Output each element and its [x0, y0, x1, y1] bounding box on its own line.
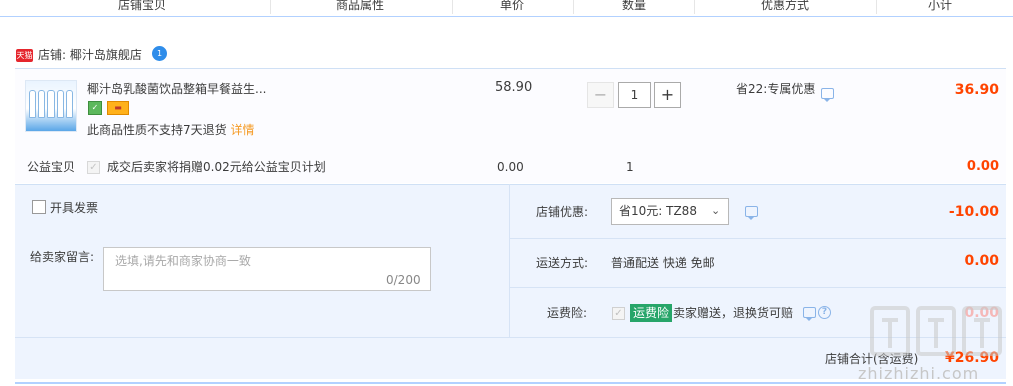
invoice-label[interactable]: 开具发票 [50, 199, 98, 217]
shop-coupon-label: 店铺优惠: [536, 205, 589, 219]
options-divider [15, 337, 1006, 338]
charity-subtotal: 0.00 [966, 159, 999, 174]
options-divider [509, 184, 510, 337]
return-policy-details-link[interactable]: 详情 [230, 123, 254, 137]
quantity-increase-button[interactable]: + [654, 82, 681, 108]
insurance-badge: 运费险 [630, 304, 673, 322]
header-divider [452, 0, 453, 14]
return-policy-notice: 此商品性质不支持7天退货 详情 [87, 121, 254, 139]
header-shop-items: 店铺宝贝 [117, 0, 166, 12]
column-header: 店铺宝贝 商品属性 单价 数量 优惠方式 小计 [0, 0, 1013, 17]
chevron-down-icon: ⌄ [711, 204, 721, 217]
wangwang-chat-icon[interactable]: 1 [152, 46, 167, 61]
shipping-method: 普通配送 快递 免邮 [611, 256, 715, 270]
charity-quantity: 1 [626, 160, 634, 174]
insurance-checkbox: ✓ [612, 307, 625, 320]
charity-checkbox: ✓ [87, 161, 100, 174]
service-badge-icon: ✓ [88, 101, 102, 115]
header-divider [876, 0, 877, 14]
promo-info-icon[interactable] [821, 88, 834, 102]
header-discount: 优惠方式 [760, 0, 809, 12]
header-divider [694, 0, 695, 14]
item-subtotal: 36.90 [954, 82, 999, 98]
insurance-label: 运费险: [547, 306, 588, 320]
message-char-count: 0/200 [386, 273, 421, 287]
header-subtotal: 小计 [927, 0, 952, 12]
shop-name-link[interactable]: 店铺: 椰汁岛旗舰店 [38, 46, 142, 64]
product-image-bottles [29, 90, 74, 118]
return-policy-text: 此商品性质不支持7天退货 [87, 123, 227, 137]
header-attributes: 商品属性 [335, 0, 384, 12]
shop-coupon-value: 省10元: TZ88 [619, 204, 697, 218]
invoice-checkbox[interactable] [32, 200, 46, 214]
unit-price: 58.90 [495, 80, 533, 95]
header-divider [270, 0, 271, 14]
watermark-logo-icon [870, 306, 1002, 356]
watermark-text: zhizhizhi.com [858, 364, 980, 383]
options-divider [509, 238, 1006, 239]
shop-coupon-amount: -10.00 [948, 204, 999, 220]
help-icon[interactable]: ? [818, 306, 831, 319]
shipping-amount: 0.00 [964, 253, 999, 269]
message-label: 给卖家留言: [30, 250, 95, 264]
header-unit-price: 单价 [499, 0, 524, 12]
credit-card-badge-icon: ▬ [107, 101, 129, 115]
coupon-info-icon[interactable] [745, 206, 758, 220]
charity-label: 公益宝贝 [27, 160, 76, 174]
product-title-link[interactable]: 椰汁岛乳酸菌饮品整箱早餐益生... [87, 80, 266, 98]
seller-message-placeholder: 选填,请先和商家协商一致 [115, 254, 251, 268]
options-divider [509, 287, 1006, 288]
tmall-logo-icon: 天猫 [16, 49, 33, 62]
insurance-text: 卖家赠送，退换货可赔 [673, 306, 794, 320]
header-divider [573, 0, 574, 14]
quantity-decrease-button[interactable]: − [587, 82, 614, 108]
promo-text: 省22:专属优惠 [736, 82, 816, 96]
quantity-input[interactable]: 1 [618, 82, 651, 108]
shipping-label: 运送方式: [536, 256, 589, 270]
charity-text: 成交后卖家将捐赠0.02元给公益宝贝计划 [107, 160, 326, 174]
insurance-chat-icon[interactable] [803, 307, 816, 321]
charity-price: 0.00 [497, 160, 524, 174]
header-quantity: 数量 [621, 0, 646, 12]
